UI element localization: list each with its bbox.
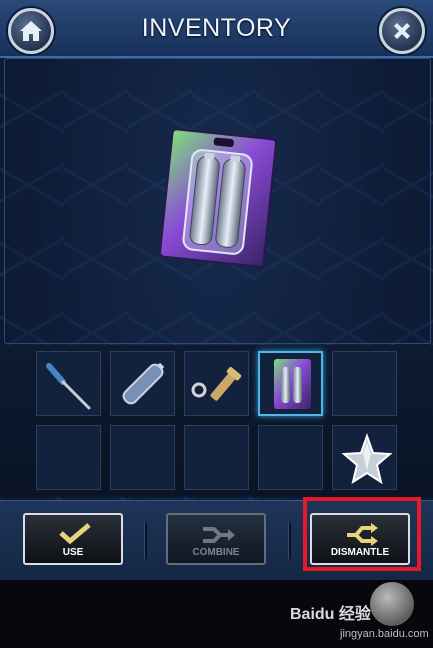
star-badge-icon [341, 432, 393, 485]
inventory-slot-10[interactable] [332, 425, 397, 490]
combine-label: COMBINE [192, 547, 240, 558]
inventory-slot-6[interactable] [36, 425, 101, 490]
inventory-slot-7[interactable] [110, 425, 175, 490]
close-button[interactable] [379, 8, 425, 54]
inventory-slot-1[interactable] [36, 351, 101, 416]
inventory-slot-8[interactable] [184, 425, 249, 490]
use-label: USE [62, 547, 84, 558]
checkmark-icon [59, 523, 91, 545]
inventory-grid [0, 345, 433, 497]
combine-button[interactable]: COMBINE [166, 513, 266, 565]
divider [144, 523, 147, 559]
inventory-slot-5[interactable] [332, 351, 397, 416]
single-battery-icon [122, 362, 165, 405]
highlight-box [303, 497, 421, 571]
inventory-slot-9[interactable] [258, 425, 323, 490]
close-icon [394, 23, 410, 39]
inventory-slot-2[interactable] [110, 351, 175, 416]
inventory-screen: INVENTORY USE COMBINE DISMANTLE Baidu 经验… [0, 0, 433, 648]
watermark-url: jingyan.baidu.com [340, 628, 429, 640]
inventory-slot-4[interactable] [258, 351, 323, 416]
inventory-slot-3[interactable] [184, 351, 249, 416]
watermark-brand: Baidu 经验 [290, 606, 371, 623]
screw-and-nut-icon [191, 366, 242, 401]
watermark-badge-icon [370, 582, 414, 626]
battery-pack-icon [158, 128, 278, 268]
divider [288, 523, 291, 559]
combine-arrows-icon [203, 527, 235, 543]
use-button[interactable]: USE [23, 513, 123, 565]
page-title: INVENTORY [141, 14, 292, 42]
header-bar: INVENTORY [0, 0, 433, 58]
battery-pack-icon [274, 359, 311, 409]
screwdriver-icon [46, 363, 91, 410]
